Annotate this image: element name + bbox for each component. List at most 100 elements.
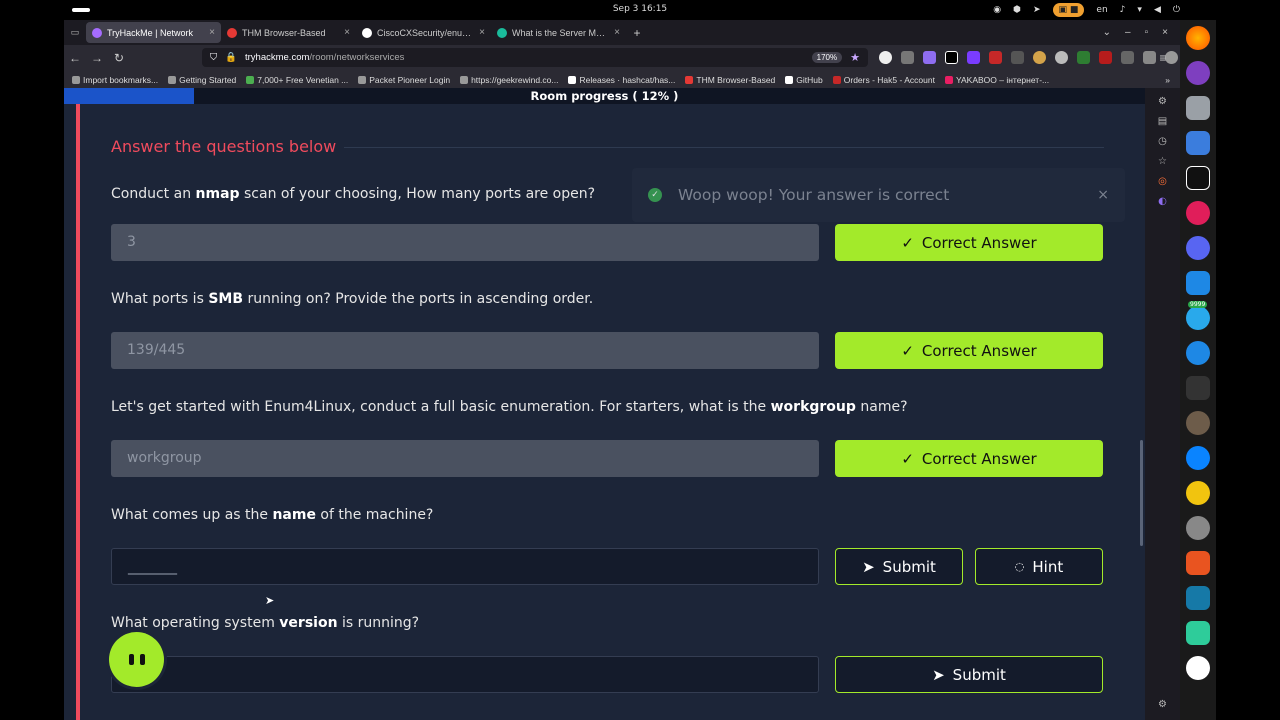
question-4-answer-input[interactable]: _______ (111, 548, 819, 585)
wireshark-icon[interactable] (1186, 586, 1210, 610)
sidebar-firefox-icon[interactable]: ◎ (1158, 176, 1167, 187)
extension-green-icon[interactable] (1077, 51, 1090, 64)
bookmark-item[interactable]: Packet Pioneer Login (358, 75, 450, 85)
discord-icon[interactable] (1186, 236, 1210, 260)
language-indicator[interactable]: en (1096, 5, 1107, 15)
volume-icon[interactable]: ◀ (1154, 5, 1161, 15)
rhythmbox-icon[interactable] (1186, 481, 1210, 505)
files-icon[interactable] (1186, 96, 1210, 120)
extension-m-icon[interactable] (879, 51, 892, 64)
tradingview-icon[interactable] (1186, 166, 1210, 190)
address-bar[interactable]: ⛉ 🔒 tryhackme.com/room/networkservices 1… (202, 48, 868, 67)
bookmark-item[interactable]: Import bookmarks... (72, 75, 158, 85)
forward-icon[interactable]: → (86, 51, 108, 65)
slack-icon[interactable] (1186, 201, 1210, 225)
tab-github-enum4linux[interactable]: CiscoCXSecurity/enum4li × (356, 22, 491, 43)
system-tray[interactable]: ◉ ⬢ ➤ ▣ ■ en ♪ ▾ ◀ ⏻ (993, 2, 1180, 18)
question-3-correct-button[interactable]: ✓ Correct Answer (835, 440, 1103, 477)
wifi-icon[interactable]: ▾ (1137, 5, 1142, 15)
gimp-icon[interactable] (1186, 411, 1210, 435)
close-tab-icon[interactable]: × (344, 27, 350, 38)
ubuntu-icon[interactable] (1186, 656, 1210, 680)
question-2-correct-button[interactable]: ✓ Correct Answer (835, 332, 1103, 369)
bookmark-item[interactable]: 7,000+ Free Venetian ... (246, 75, 348, 85)
list-all-tabs-icon[interactable]: ▭ (64, 27, 86, 38)
sidebar-bookmarks-icon[interactable]: ☆ (1158, 156, 1167, 167)
question-5-answer-input[interactable] (111, 656, 819, 693)
extension-foxy-icon[interactable] (967, 51, 980, 64)
telegram-icon[interactable]: 9999 (1186, 301, 1210, 330)
bookmark-item[interactable]: Orders - Hak5 - Account (832, 74, 935, 85)
sidebar-pocket-icon[interactable]: ▤ (1158, 116, 1167, 127)
chrome-icon[interactable]: ◉ (993, 5, 1001, 15)
sidebar-customize-icon[interactable]: ⚙ (1158, 699, 1167, 710)
power-icon[interactable]: ⏻ (1173, 5, 1180, 15)
github-icon (568, 75, 577, 84)
extension-ublock-icon[interactable] (1099, 51, 1112, 64)
tab-thm-browser[interactable]: THM Browser-Based × (221, 22, 356, 43)
question-2-answer-field[interactable]: 139/445 (111, 332, 819, 369)
close-tab-icon[interactable]: × (614, 27, 620, 38)
close-window-icon[interactable]: × (1162, 27, 1168, 38)
tor-browser-icon[interactable] (1186, 61, 1210, 85)
bookmark-item[interactable]: YAKABOO – інтернет-... (944, 75, 1049, 85)
hamburger-menu-icon[interactable]: ≡ (1152, 51, 1174, 65)
page-scrollbar[interactable] (1140, 440, 1143, 546)
tab-tryhackme[interactable]: TryHackMe | Network × (86, 22, 221, 43)
extension-dots-icon[interactable] (1121, 51, 1134, 64)
shield-tray-icon[interactable]: ⬢ (1013, 5, 1021, 15)
question-4-hint-button[interactable]: ◌ Hint (975, 548, 1103, 585)
thunderbird-icon[interactable] (1186, 446, 1210, 470)
assistant-fab-button[interactable] (109, 632, 164, 687)
bookmark-item[interactable]: GitHub (785, 75, 823, 85)
bookmark-item[interactable]: Getting Started (168, 75, 236, 85)
maximize-icon[interactable]: ▫ (1145, 27, 1149, 38)
close-tab-icon[interactable]: × (479, 27, 485, 38)
sidebar-settings-icon[interactable]: ⚙ (1158, 96, 1167, 107)
toast-message: Woop woop! Your answer is correct (678, 186, 950, 204)
bookmark-item[interactable]: Releases · hashcat/has... (568, 75, 675, 85)
extension-red-icon[interactable] (989, 51, 1002, 64)
sidebar-extension-icon[interactable]: ◐ (1158, 196, 1167, 207)
tab-list-chevron-icon[interactable]: ⌄ (1103, 27, 1111, 38)
more-bookmarks-icon[interactable]: » (1165, 75, 1180, 85)
url-host: tryhackme.com (244, 52, 310, 63)
extension-circle-icon[interactable] (1055, 51, 1068, 64)
extension-reader-icon[interactable] (945, 51, 958, 64)
help-icon[interactable] (1186, 341, 1210, 365)
question-4-submit-button[interactable]: ➤ Submit (835, 548, 963, 585)
terminal-icon[interactable] (1186, 376, 1210, 400)
vscode-icon[interactable] (1186, 271, 1210, 295)
question-3-answer-field[interactable]: workgroup (111, 440, 819, 477)
lock-icon[interactable]: 🔒 (225, 52, 237, 63)
reload-icon[interactable]: ↻ (108, 51, 130, 65)
question-1-answer-field[interactable]: 3 (111, 224, 819, 261)
keyboard-layout-indicator[interactable]: ▣ ■ (1052, 3, 1085, 17)
new-tab-icon[interactable]: + (626, 26, 648, 40)
question-1-correct-button[interactable]: ✓ Correct Answer (835, 224, 1103, 261)
telegram-tray-icon[interactable]: ➤ (1033, 5, 1041, 15)
minimize-icon[interactable]: – (1125, 27, 1131, 38)
tracking-shield-icon[interactable]: ⛉ (210, 52, 217, 63)
tab-smb-article[interactable]: What is the Server Messa × (491, 22, 626, 43)
extension-wappalyzer-icon[interactable] (923, 51, 936, 64)
bookmark-star-icon[interactable]: ★ (850, 51, 860, 64)
sidebar-history-icon[interactable]: ◷ (1158, 136, 1167, 147)
toast-close-icon[interactable]: × (1097, 187, 1109, 203)
extension-cookie-icon[interactable] (1033, 51, 1046, 64)
extension-puzzle-icon[interactable] (901, 51, 914, 64)
question-5-submit-button[interactable]: ➤ Submit (835, 656, 1103, 693)
clock-icon[interactable] (1186, 516, 1210, 540)
back-icon[interactable]: ← (64, 51, 86, 65)
extension-dark-icon[interactable] (1011, 51, 1024, 64)
bookmark-item[interactable]: https://geekrewind.co... (460, 75, 558, 85)
bookmark-label: Orders - Hak5 - Account (843, 74, 935, 85)
close-tab-icon[interactable]: × (209, 27, 215, 38)
app-center-icon[interactable] (1186, 551, 1210, 575)
sublime-icon[interactable] (1186, 621, 1210, 645)
firefox-icon[interactable] (1186, 26, 1210, 50)
zoom-level[interactable]: 170% (811, 52, 843, 63)
docs-icon[interactable] (1186, 131, 1210, 155)
bookmark-item[interactable]: THM Browser-Based (685, 75, 775, 85)
mic-icon[interactable]: ♪ (1120, 5, 1126, 15)
